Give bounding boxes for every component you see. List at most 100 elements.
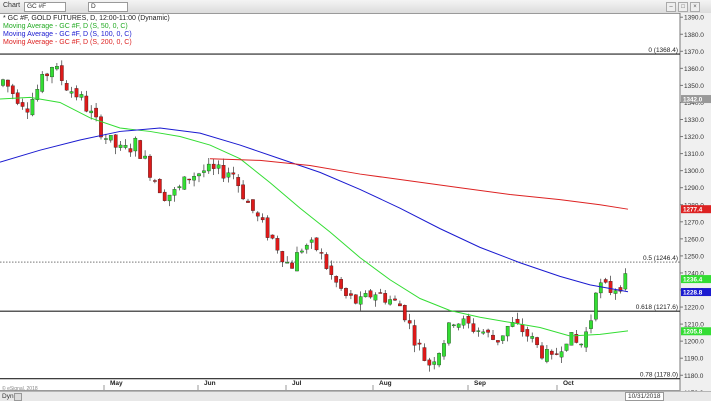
fibonacci-label: 0.78 (1178.0): [640, 372, 678, 379]
close-icon[interactable]: ×: [690, 2, 700, 12]
candle-body: [545, 349, 548, 361]
candle-body: [109, 135, 112, 140]
candle-body: [271, 235, 274, 238]
x-tick-label: Oct: [563, 380, 575, 387]
candle-body: [369, 291, 372, 297]
price-marker-label: 1277.4: [683, 207, 703, 214]
candle-body: [472, 324, 475, 332]
candle-body: [452, 325, 455, 326]
candle-body: [388, 299, 391, 304]
candle-body: [207, 164, 210, 171]
candle-body: [251, 199, 254, 210]
chart-toolbar: Chart GC #F D – □ ×: [0, 0, 711, 14]
candle-body: [90, 111, 93, 113]
candle-body: [153, 180, 156, 181]
ma100-line: [0, 128, 628, 292]
candle-body: [300, 251, 303, 252]
candle-body: [535, 337, 538, 344]
y-tick-label: 1390.0: [684, 15, 704, 22]
price-marker-label: 1236.4: [683, 276, 703, 283]
status-dyn: Dyn: [2, 393, 14, 400]
y-tick-label: 1290.0: [684, 185, 704, 192]
candle-body: [114, 135, 117, 148]
candle-body: [232, 173, 235, 175]
candle-body: [227, 173, 230, 177]
price-chart[interactable]: 1390.01380.01370.01360.01350.01340.01330…: [0, 13, 711, 391]
x-tick-label: Jul: [292, 380, 302, 387]
y-tick-label: 1270.0: [684, 219, 704, 226]
candle-body: [173, 189, 176, 195]
candle-body: [624, 273, 627, 289]
candle-body: [413, 325, 416, 345]
price-marker-label: 1205.8: [683, 329, 703, 336]
candle-body: [565, 344, 568, 351]
candle-body: [286, 262, 289, 263]
candle-body: [418, 343, 421, 344]
y-tick-label: 1310.0: [684, 151, 704, 158]
fibonacci-label: 0.5 (1246.4): [643, 255, 678, 262]
chart-window: Chart GC #F D – □ × * GC #F, GOLD FUTURE…: [0, 0, 711, 400]
candle-body: [359, 297, 362, 305]
symbol-input[interactable]: GC #F: [24, 2, 66, 12]
candle-body: [477, 331, 480, 332]
candle-body: [80, 94, 83, 97]
candle-body: [531, 336, 534, 338]
y-tick-label: 1180.0: [684, 373, 704, 380]
y-tick-label: 1350.0: [684, 83, 704, 90]
fibonacci-label: 0 (1368.4): [648, 47, 678, 54]
y-tick-label: 1190.0: [684, 356, 704, 363]
candle-body: [94, 108, 97, 117]
candle-body: [266, 218, 269, 238]
watermark: © eSignal, 2018: [2, 386, 38, 392]
candle-body: [320, 252, 323, 253]
candle-body: [349, 294, 352, 296]
candle-body: [457, 324, 460, 328]
candle-body: [501, 336, 504, 341]
candle-body: [178, 187, 181, 188]
candle-body: [183, 177, 186, 190]
candle-body: [45, 74, 48, 76]
candle-body: [325, 254, 328, 268]
minimize-icon[interactable]: –: [666, 2, 676, 12]
candle-body: [491, 335, 494, 340]
candle-body: [604, 279, 607, 282]
candle-body: [55, 66, 58, 69]
candle-body: [364, 293, 367, 297]
candle-body: [261, 217, 264, 219]
candle-body: [550, 351, 553, 354]
y-tick-label: 1380.0: [684, 32, 704, 39]
candle-body: [75, 88, 78, 97]
candle-body: [393, 299, 396, 300]
candle-body: [310, 240, 313, 243]
price-marker-label: 1228.8: [683, 289, 703, 296]
candle-body: [222, 165, 225, 178]
x-tick-label: May: [110, 380, 123, 387]
candle-body: [158, 179, 161, 193]
candle-body: [70, 92, 73, 94]
candle-body: [433, 362, 436, 365]
candle-body: [276, 238, 279, 250]
maximize-icon[interactable]: □: [678, 2, 688, 12]
candle-body: [423, 348, 426, 361]
candle-body: [246, 201, 249, 203]
fibonacci-label: 0.618 (1217.6): [636, 304, 678, 311]
candle-body: [330, 266, 333, 275]
interval-input[interactable]: D: [88, 2, 128, 12]
candle-body: [237, 177, 240, 186]
candle-body: [442, 343, 445, 356]
candle-body: [335, 276, 338, 282]
candle-body: [614, 290, 617, 293]
candle-body: [486, 330, 489, 332]
candle-body: [148, 156, 151, 177]
candle-body: [202, 171, 205, 173]
y-tick-label: 1360.0: [684, 66, 704, 73]
x-tick-label: Aug: [379, 380, 392, 387]
candle-body: [139, 140, 142, 158]
candle-body: [305, 245, 308, 249]
candle-body: [374, 295, 377, 300]
candle-body: [197, 174, 200, 176]
candle-body: [594, 293, 597, 319]
y-tick-label: 1250.0: [684, 253, 704, 260]
price-marker-label: 1342.0: [683, 96, 703, 103]
candle-body: [496, 340, 499, 342]
